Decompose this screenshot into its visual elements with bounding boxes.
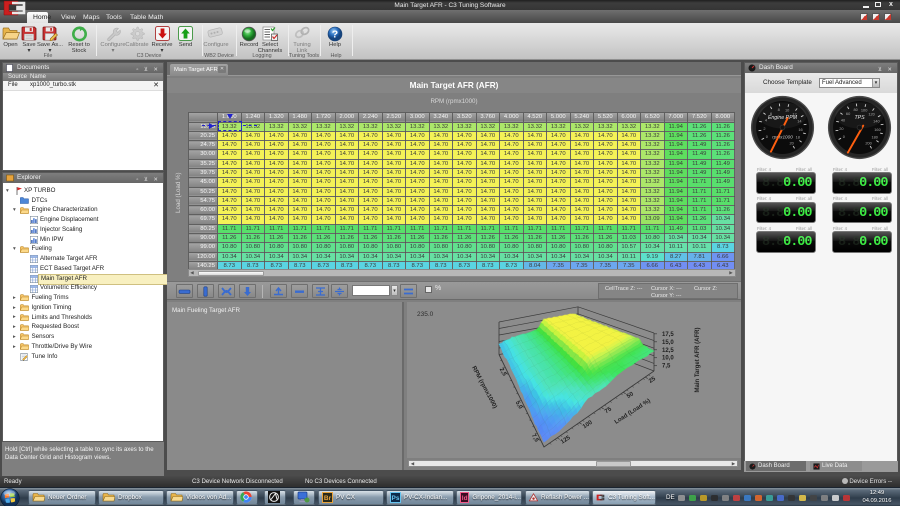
svg-text:0: 0 bbox=[843, 134, 845, 139]
svg-text:17,5: 17,5 bbox=[662, 332, 674, 338]
svg-text:20: 20 bbox=[789, 141, 793, 146]
svg-text:160: 160 bbox=[874, 127, 880, 132]
svg-text:10,0: 10,0 bbox=[662, 356, 674, 362]
svg-text:120: 120 bbox=[868, 111, 874, 116]
svg-text:200: 200 bbox=[865, 141, 871, 146]
svg-text:235.0: 235.0 bbox=[417, 311, 434, 318]
svg-text:10: 10 bbox=[785, 107, 789, 112]
svg-text:140: 140 bbox=[873, 118, 879, 123]
svg-text:40: 40 bbox=[841, 118, 845, 123]
svg-text:0: 0 bbox=[766, 134, 768, 139]
svg-text:7,5: 7,5 bbox=[662, 364, 671, 370]
svg-text:20: 20 bbox=[839, 126, 843, 131]
svg-text:60: 60 bbox=[846, 111, 850, 116]
svg-text:TPS: TPS bbox=[854, 115, 865, 121]
svg-text:15,0: 15,0 bbox=[662, 340, 674, 346]
svg-text:100: 100 bbox=[861, 107, 867, 112]
svg-text:18: 18 bbox=[796, 135, 800, 140]
svg-text:rpmx1000: rpmx1000 bbox=[772, 135, 793, 140]
svg-text:180: 180 bbox=[871, 135, 877, 140]
svg-text:80: 80 bbox=[854, 107, 858, 112]
svg-text:?: ? bbox=[332, 28, 338, 40]
svg-text:12,5: 12,5 bbox=[662, 348, 674, 354]
svg-text:Main Target AFR (AFR): Main Target AFR (AFR) bbox=[695, 328, 701, 393]
svg-text:16: 16 bbox=[798, 127, 802, 132]
svg-text:2: 2 bbox=[763, 126, 765, 131]
svg-text:8: 8 bbox=[778, 107, 780, 112]
svg-text:Engine RPM: Engine RPM bbox=[768, 115, 798, 121]
